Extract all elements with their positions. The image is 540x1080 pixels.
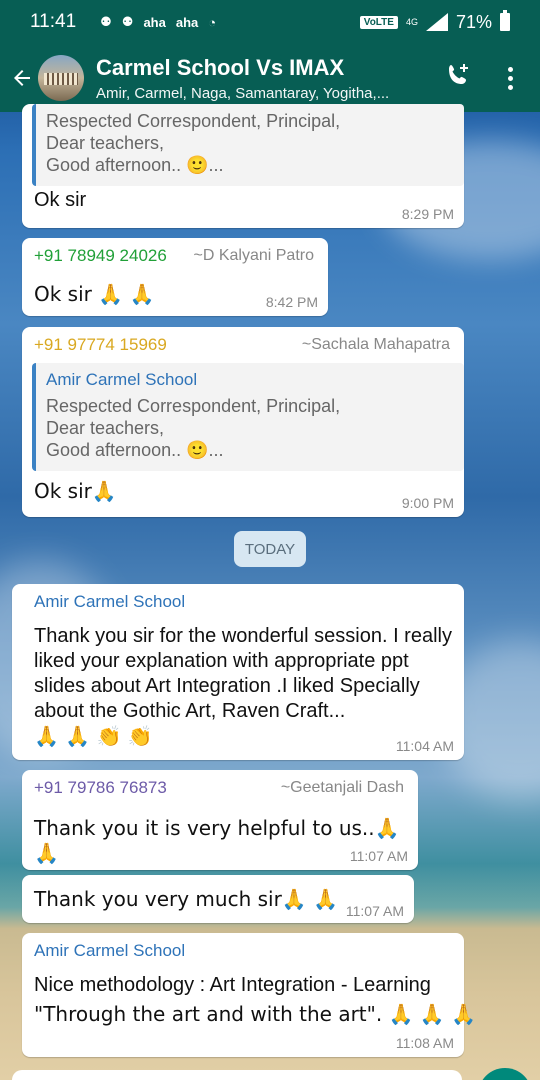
network-type: 4G bbox=[405, 17, 418, 27]
emoji-line: 🙏 🙏 👏 👏 bbox=[34, 724, 153, 748]
quote-line: Dear teachers, bbox=[46, 133, 165, 153]
message-text: Ok sir bbox=[34, 189, 87, 211]
message-text: Thank you sir for the wonderful session.… bbox=[34, 625, 452, 722]
quote-line: Respected Correspondent, Principal, bbox=[46, 111, 341, 131]
message-bubble[interactable]: Thank you very much sir🙏 🙏 11:07 AM bbox=[22, 875, 414, 923]
message-bubble[interactable]: Amir Carmel School Thank you sir for the… bbox=[12, 584, 464, 760]
group-members: Amir, Carmel, Naga, Samantaray, Yogitha,… bbox=[96, 84, 390, 102]
sender-phone[interactable]: +91 97774 15969 bbox=[34, 335, 167, 355]
notification-icon: ⚉ bbox=[100, 14, 112, 29]
quote-line: Dear teachers, bbox=[46, 418, 165, 438]
message-time: 9:00 PM bbox=[401, 495, 454, 511]
message-time: 11:04 AM bbox=[395, 738, 454, 754]
group-info[interactable]: Carmel School Vs IMAX Amir, Carmel, Naga… bbox=[96, 55, 436, 102]
notification-icons: ⚉ ⚉ aha aha ◔ bbox=[100, 14, 216, 30]
message-input[interactable] bbox=[12, 1070, 462, 1080]
add-call-icon[interactable] bbox=[444, 61, 472, 96]
quote-line: Good afternoon.. 🙂... bbox=[46, 155, 224, 175]
date-divider: TODAY bbox=[234, 531, 306, 567]
sender-display-name: ~D Kalyani Patro bbox=[193, 247, 314, 264]
message-text: Nice methodology : Art Integration - Lea… bbox=[34, 974, 431, 996]
overflow-menu-icon[interactable] bbox=[508, 66, 513, 90]
chat-header: Carmel School Vs IMAX Amir, Carmel, Naga… bbox=[0, 44, 540, 112]
message-bubble[interactable]: +91 97774 15969 ~Sachala Mahapatra Amir … bbox=[22, 327, 464, 517]
message-bubble[interactable]: Respected Correspondent, Principal, Dear… bbox=[22, 104, 464, 228]
message-time: 8:29 PM bbox=[401, 206, 454, 222]
message-text: Ok sir🙏 bbox=[34, 479, 117, 503]
message-time: 11:08 AM bbox=[395, 1035, 454, 1051]
message-text: "Through the art and with the art". 🙏 🙏 … bbox=[34, 1002, 476, 1026]
message-time: 8:42 PM bbox=[265, 294, 318, 310]
notification-icon: ⚉ bbox=[121, 14, 134, 29]
sender-name[interactable]: Amir Carmel School bbox=[34, 592, 185, 612]
sync-icon: ◔ bbox=[208, 14, 217, 30]
status-right: VoLTE 4G 71% bbox=[359, 10, 510, 33]
group-title: Carmel School Vs IMAX bbox=[96, 54, 345, 80]
sender-row: +91 78949 24026 ~D Kalyani Patro bbox=[34, 246, 314, 266]
message-text: Ok sir 🙏 🙏 bbox=[34, 282, 155, 306]
sender-display-name: ~Sachala Mahapatra bbox=[301, 336, 450, 353]
group-avatar[interactable] bbox=[38, 55, 84, 101]
message-bubble[interactable]: Amir Carmel School Nice methodology : Ar… bbox=[22, 933, 476, 1057]
status-bar: 11:41 ⚉ ⚉ aha aha ◔ VoLTE 4G 71% bbox=[0, 0, 540, 44]
battery-percent: 71% bbox=[455, 11, 492, 32]
sender-display-name: ~Geetanjali Dash bbox=[280, 779, 404, 796]
sender-row: +91 97774 15969 ~Sachala Mahapatra bbox=[34, 335, 450, 355]
message-bubble[interactable]: +91 79786 76873 ~Geetanjali Dash Thank y… bbox=[22, 770, 418, 870]
quote-line: Good afternoon.. 🙂... bbox=[46, 440, 224, 460]
quote-author: Amir Carmel School bbox=[46, 370, 198, 389]
quoted-message[interactable]: Amir Carmel School Respected Corresponde… bbox=[32, 363, 464, 471]
message-time: 11:07 AM bbox=[349, 848, 408, 864]
message-list: Respected Correspondent, Principal, Dear… bbox=[0, 104, 540, 1080]
volte-badge: VoLTE bbox=[359, 15, 398, 29]
chat-screen: 11:41 ⚉ ⚉ aha aha ◔ VoLTE 4G 71% Carmel … bbox=[0, 0, 540, 1080]
message-bubble[interactable]: +91 78949 24026 ~D Kalyani Patro Ok sir … bbox=[22, 238, 328, 316]
sender-phone[interactable]: +91 78949 24026 bbox=[34, 246, 167, 266]
signal-icon bbox=[425, 13, 448, 31]
battery-icon bbox=[500, 10, 510, 31]
message-text: Thank you very much sir🙏 🙏 bbox=[34, 887, 338, 911]
status-time: 11:41 bbox=[30, 11, 77, 32]
carrier-tag: aha bbox=[143, 14, 166, 30]
back-arrow-icon[interactable] bbox=[10, 66, 34, 90]
quote-line: Respected Correspondent, Principal, bbox=[46, 396, 341, 416]
carrier-tag: aha bbox=[175, 14, 199, 30]
sender-row: +91 79786 76873 ~Geetanjali Dash bbox=[34, 778, 404, 798]
message-time: 11:07 AM bbox=[345, 903, 404, 919]
sender-phone[interactable]: +91 79786 76873 bbox=[34, 778, 167, 798]
sender-name[interactable]: Amir Carmel School bbox=[34, 941, 185, 961]
quoted-message[interactable]: Respected Correspondent, Principal, Dear… bbox=[32, 104, 464, 186]
